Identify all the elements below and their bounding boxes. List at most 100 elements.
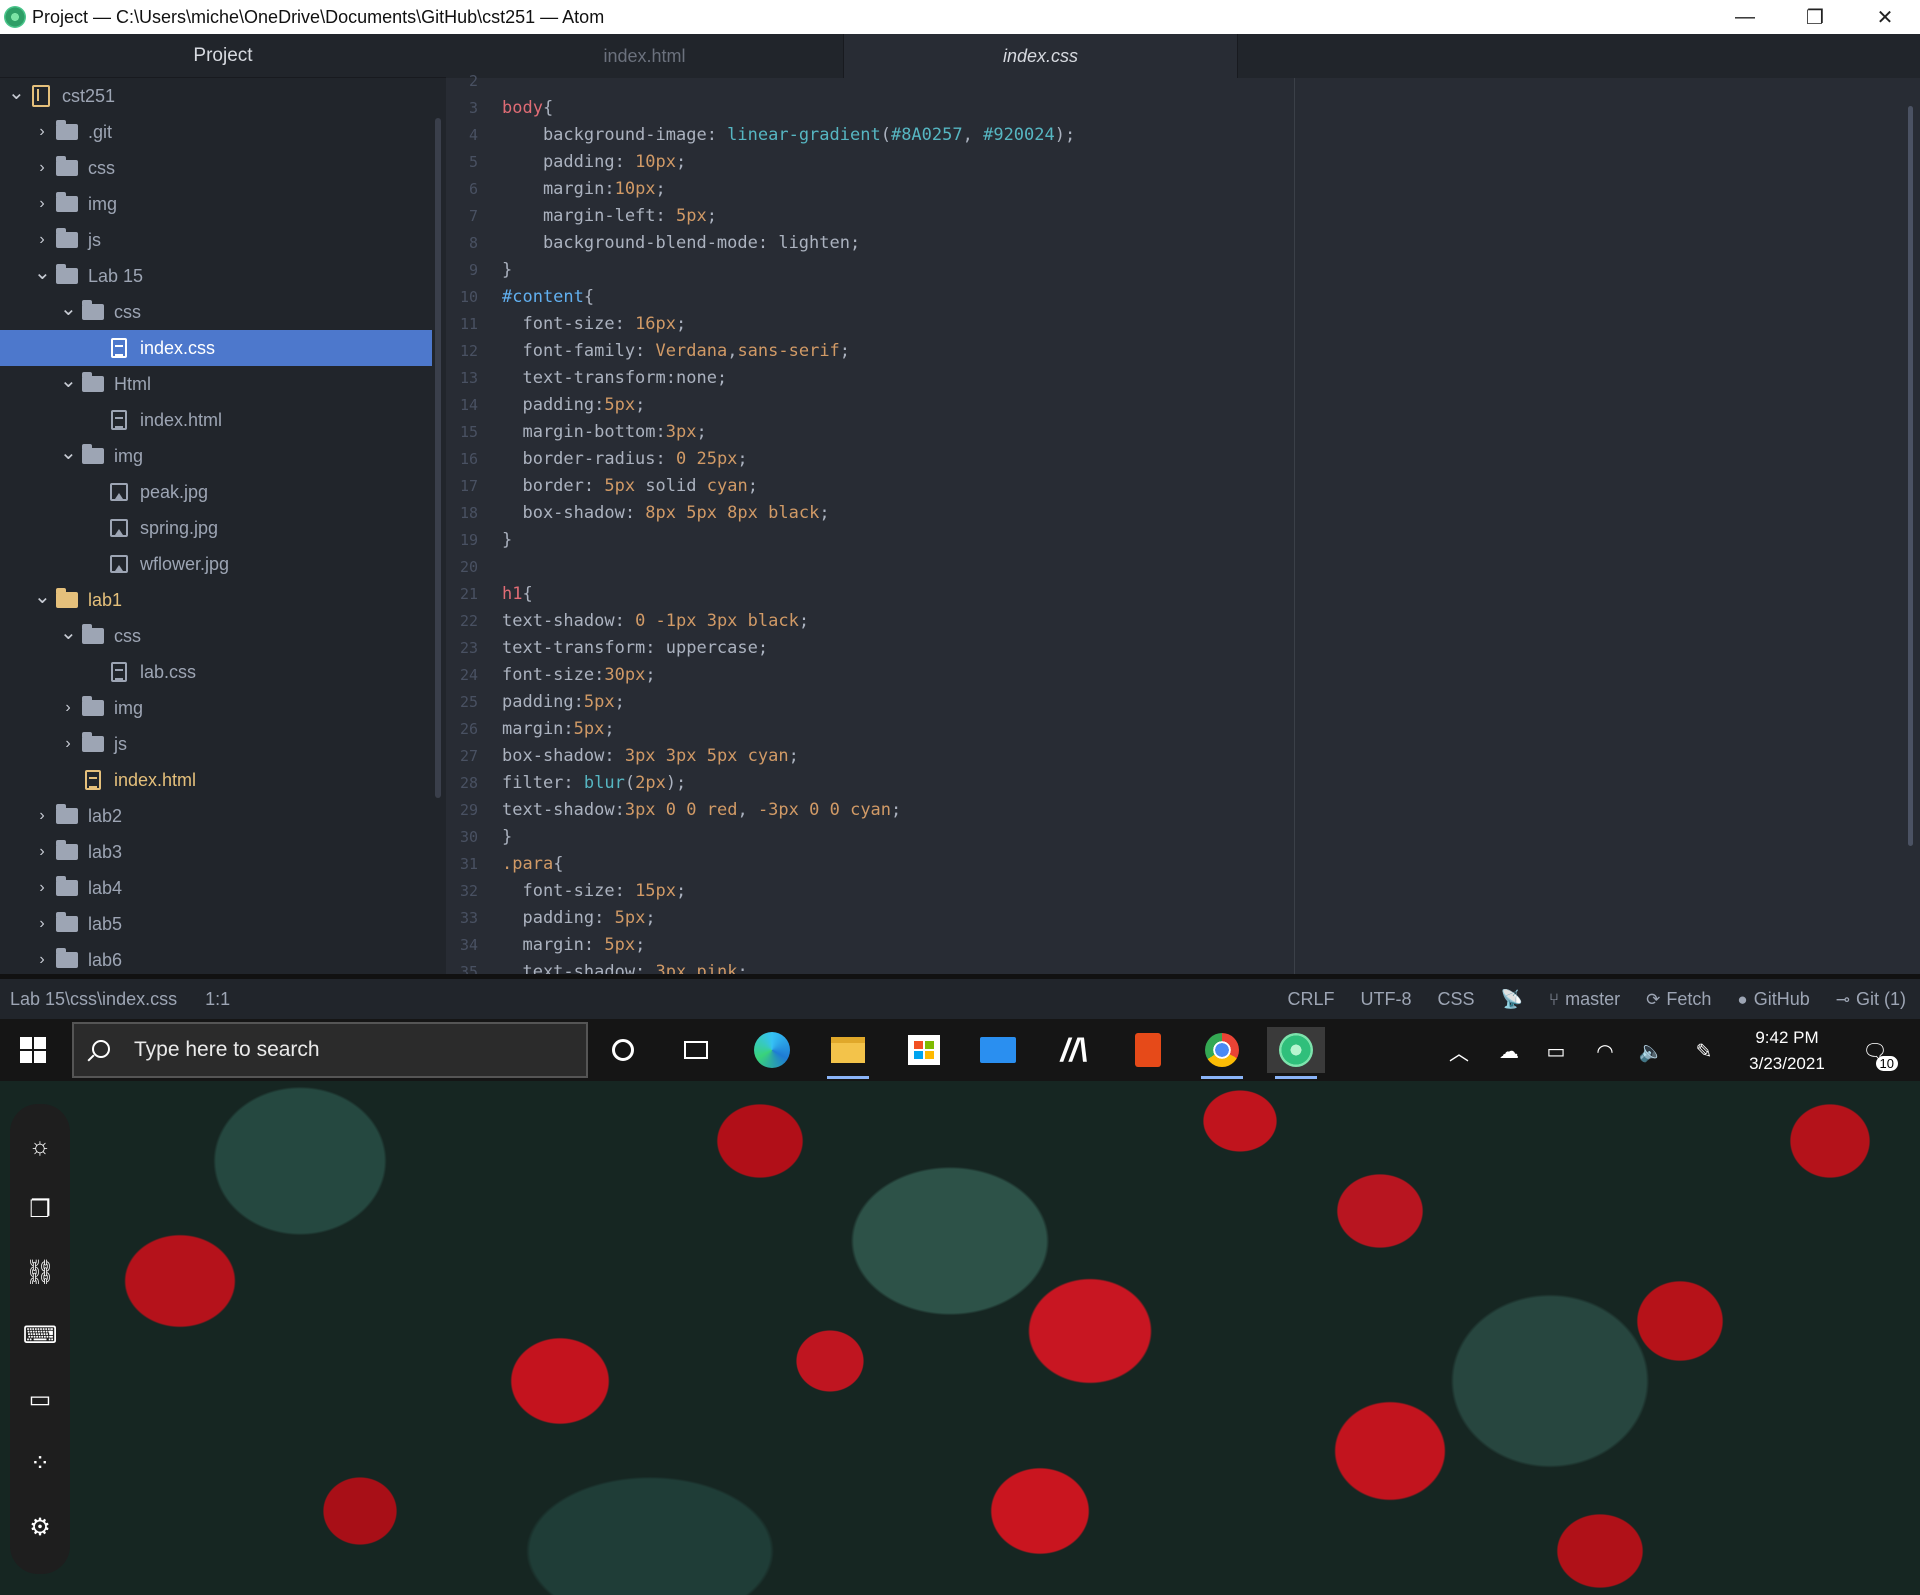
tree-item[interactable]: lab.css	[0, 654, 432, 690]
atom-button[interactable]	[1267, 1027, 1325, 1079]
code-line[interactable]: 14 padding:5px;	[446, 392, 1920, 419]
line-number[interactable]: 34	[446, 932, 478, 959]
line-number[interactable]: 12	[446, 338, 478, 365]
tree-item[interactable]: › js	[0, 222, 432, 258]
line-number[interactable]: 26	[446, 716, 478, 743]
tree-item[interactable]: ⌄ css	[0, 618, 432, 654]
code-line[interactable]: 10 #content{	[446, 284, 1920, 311]
tree-item[interactable]: ⌄ img	[0, 438, 432, 474]
tree-scrollbar[interactable]	[435, 118, 441, 798]
start-button[interactable]	[20, 1037, 46, 1063]
chevron-right-icon[interactable]: ›	[34, 123, 50, 141]
store-button[interactable]	[895, 1027, 953, 1073]
link-icon[interactable]: ⛓	[25, 1257, 55, 1287]
line-number[interactable]: 24	[446, 662, 478, 689]
chevron-down-icon[interactable]: ⌄	[60, 368, 77, 393]
onedrive-icon[interactable]: ☁	[1495, 1037, 1523, 1065]
tree-item[interactable]: index.html	[0, 762, 432, 798]
chevron-down-icon[interactable]: ⌄	[60, 440, 77, 465]
github-button[interactable]: ● GitHub	[1737, 989, 1809, 1010]
clock[interactable]: 9:42 PM 3/23/2021	[1735, 1025, 1839, 1077]
line-number[interactable]: 10	[446, 284, 478, 311]
chevron-down-icon[interactable]: ⌄	[60, 296, 77, 321]
code-line[interactable]: 2	[446, 68, 1920, 95]
line-ending[interactable]: CRLF	[1287, 989, 1334, 1010]
code-line[interactable]: 21 h1{	[446, 581, 1920, 608]
wifi-icon[interactable]: ◠	[1591, 1037, 1619, 1065]
code-line[interactable]: 26 margin:5px;	[446, 716, 1920, 743]
line-number[interactable]: 27	[446, 743, 478, 770]
tree-item[interactable]: ⌄ cst251	[0, 78, 432, 114]
settings-icon[interactable]: ⚙	[25, 1512, 55, 1542]
line-number[interactable]: 33	[446, 905, 478, 932]
encoding[interactable]: UTF-8	[1360, 989, 1411, 1010]
tree-item[interactable]: index.html	[0, 402, 432, 438]
line-number[interactable]: 14	[446, 392, 478, 419]
code-line[interactable]: 23 text-transform: uppercase;	[446, 635, 1920, 662]
apps-icon[interactable]: ⁘	[25, 1448, 55, 1478]
tree-item[interactable]: › lab5	[0, 906, 432, 942]
tree-item[interactable]: ⌄ Lab 15	[0, 258, 432, 294]
tree-item[interactable]: › .git	[0, 114, 432, 150]
code-line[interactable]: 5 padding: 10px;	[446, 149, 1920, 176]
line-number[interactable]: 22	[446, 608, 478, 635]
cursor-position[interactable]: 1:1	[205, 989, 230, 1010]
chevron-right-icon[interactable]: ›	[34, 879, 50, 897]
tree-item[interactable]: index.css	[0, 330, 432, 366]
search-box[interactable]: Type here to search	[72, 1022, 588, 1078]
mail-button[interactable]	[969, 1027, 1027, 1073]
edge-button[interactable]	[743, 1027, 801, 1073]
code-line[interactable]: 24 font-size:30px;	[446, 662, 1920, 689]
action-center-button[interactable]: 🗨 10	[1858, 1037, 1898, 1071]
line-number[interactable]: 19	[446, 527, 478, 554]
tree-item[interactable]: wflower.jpg	[0, 546, 432, 582]
code-line[interactable]: 4 background-image: linear-gradient(#8A0…	[446, 122, 1920, 149]
code-line[interactable]: 27 box-shadow: 3px 3px 5px cyan;	[446, 743, 1920, 770]
chevron-down-icon[interactable]: ⌄	[34, 584, 51, 609]
line-number[interactable]: 23	[446, 635, 478, 662]
line-number[interactable]: 11	[446, 311, 478, 338]
line-number[interactable]: 2	[446, 68, 478, 95]
chevron-down-icon[interactable]: ⌄	[60, 620, 77, 645]
keyboard-icon[interactable]: ⌨	[23, 1320, 58, 1350]
tree-item[interactable]: › lab4	[0, 870, 432, 906]
code-line[interactable]: 22 text-shadow: 0 -1px 3px black;	[446, 608, 1920, 635]
line-number[interactable]: 5	[446, 149, 478, 176]
code-line[interactable]: 8 background-blend-mode: lighten;	[446, 230, 1920, 257]
code-line[interactable]: 28 filter: blur(2px);	[446, 770, 1920, 797]
battery-icon[interactable]: ▭	[1542, 1037, 1570, 1065]
line-number[interactable]: 21	[446, 581, 478, 608]
tree-item[interactable]: › img	[0, 186, 432, 222]
code-line[interactable]: 12 font-family: Verdana,sans-serif;	[446, 338, 1920, 365]
code-line[interactable]: 31 .para{	[446, 851, 1920, 878]
code-line[interactable]: 30}	[446, 824, 1920, 851]
chevron-right-icon[interactable]: ›	[34, 951, 50, 969]
broadcast-icon[interactable]: 📡	[1501, 989, 1523, 1010]
tree-item[interactable]: › lab2	[0, 798, 432, 834]
code-line[interactable]: 33 padding: 5px;	[446, 905, 1920, 932]
chevron-right-icon[interactable]: ›	[34, 807, 50, 825]
code-line[interactable]: 32 font-size: 15px;	[446, 878, 1920, 905]
code-line[interactable]: 9}	[446, 257, 1920, 284]
tree-item[interactable]: spring.jpg	[0, 510, 432, 546]
line-number[interactable]: 3	[446, 95, 478, 122]
code-line[interactable]: 3 body{	[446, 95, 1920, 122]
line-number[interactable]: 32	[446, 878, 478, 905]
code-line[interactable]: 7 margin-left: 5px;	[446, 203, 1920, 230]
tree-item[interactable]: ⌄ css	[0, 294, 432, 330]
minimize-button[interactable]: —	[1710, 0, 1780, 34]
code-line[interactable]: 34 margin: 5px;	[446, 932, 1920, 959]
chevron-right-icon[interactable]: ›	[34, 915, 50, 933]
show-hidden-icons-button[interactable]: ︿	[1445, 1037, 1473, 1065]
volume-icon[interactable]: 🔈	[1637, 1037, 1665, 1065]
chevron-right-icon[interactable]: ›	[34, 231, 50, 249]
code-line[interactable]: 35 text-shadow: 3px pink;	[446, 959, 1920, 974]
code-line[interactable]: 6 margin:10px;	[446, 176, 1920, 203]
line-number[interactable]: 25	[446, 689, 478, 716]
line-number[interactable]: 9	[446, 257, 478, 284]
line-number[interactable]: 35	[446, 959, 478, 974]
line-number[interactable]: 13	[446, 365, 478, 392]
chrome-button[interactable]	[1193, 1027, 1251, 1079]
line-number[interactable]: 17	[446, 473, 478, 500]
chevron-right-icon[interactable]: ›	[34, 159, 50, 177]
